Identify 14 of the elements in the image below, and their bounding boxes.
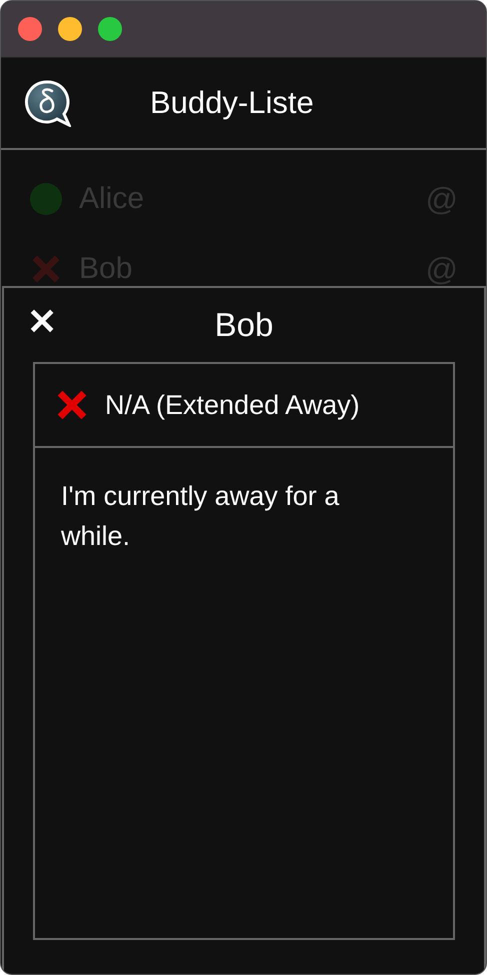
close-button[interactable]: ✕ (27, 304, 57, 340)
online-status-icon (30, 183, 62, 215)
address-icon[interactable]: @ (426, 250, 458, 286)
cross-status-icon (30, 253, 62, 285)
minimize-window-button[interactable] (58, 17, 82, 41)
window-title: Buddy-Liste (150, 85, 314, 121)
status-message: I'm currently away for a while. (61, 480, 340, 553)
status-label: N/A (Extended Away) (105, 390, 360, 420)
cross-status-icon (55, 388, 89, 422)
zoom-window-button[interactable] (98, 17, 122, 41)
speech-bubble-logo-icon (23, 79, 71, 127)
close-window-button[interactable] (18, 17, 42, 41)
address-icon[interactable]: @ (426, 180, 458, 218)
buddy-name-heading: Bob (214, 306, 274, 344)
